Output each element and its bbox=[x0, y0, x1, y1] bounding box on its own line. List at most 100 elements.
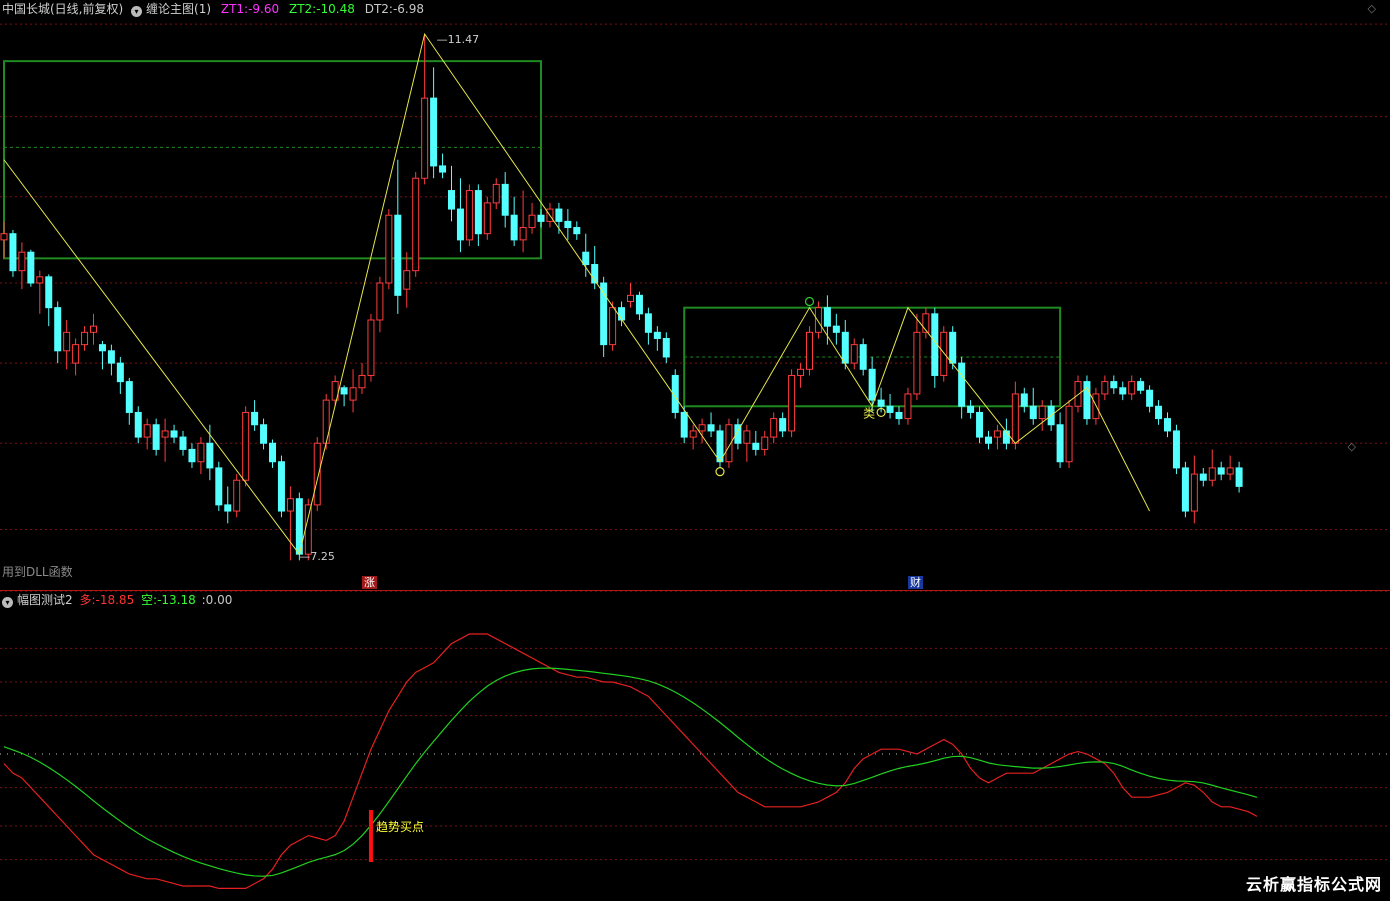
candle-body bbox=[510, 214, 518, 241]
candle bbox=[483, 196, 491, 240]
candle-body bbox=[36, 276, 44, 284]
candle bbox=[394, 159, 402, 314]
candle bbox=[215, 461, 223, 512]
candle-body bbox=[627, 294, 634, 302]
candle bbox=[107, 344, 115, 376]
candle-body bbox=[170, 430, 178, 438]
candle bbox=[850, 338, 858, 370]
candle-body bbox=[152, 424, 160, 450]
param-zt2-value: -10.48 bbox=[316, 2, 355, 16]
value-zero: :0.00 bbox=[202, 593, 233, 607]
candle bbox=[689, 424, 697, 450]
chart-canvas[interactable]: —11.47 —7.25 类趋势买点 bbox=[0, 0, 1390, 901]
candle-body bbox=[1038, 405, 1046, 420]
candle bbox=[832, 313, 840, 345]
candle bbox=[600, 276, 608, 357]
candle-body bbox=[1181, 467, 1189, 512]
candle-body bbox=[600, 282, 608, 346]
candle-body bbox=[54, 307, 62, 352]
candle-body bbox=[761, 436, 769, 450]
candle-body bbox=[45, 276, 53, 309]
candle-body bbox=[1002, 430, 1010, 444]
candle bbox=[859, 338, 867, 376]
candle-body bbox=[224, 504, 232, 512]
candle-body bbox=[188, 448, 196, 463]
candle bbox=[886, 393, 894, 419]
candle bbox=[985, 430, 992, 450]
candle-body bbox=[340, 387, 348, 395]
candle bbox=[385, 209, 393, 290]
candle bbox=[439, 153, 447, 179]
candle-body bbox=[349, 387, 357, 401]
candle bbox=[1128, 375, 1136, 401]
indicator-name[interactable]: 缠论主图(1) bbox=[146, 2, 211, 16]
candle-body bbox=[233, 479, 241, 512]
candle-body bbox=[1119, 387, 1127, 395]
candle bbox=[1020, 387, 1028, 413]
candle bbox=[1226, 455, 1234, 481]
candle-body bbox=[412, 177, 420, 272]
zhang-badge[interactable]: 涨 bbox=[362, 576, 377, 589]
value-duo: 多:-18.85 bbox=[79, 593, 134, 607]
candle bbox=[1235, 461, 1243, 493]
candle-body bbox=[832, 325, 840, 333]
candle bbox=[90, 313, 97, 345]
candle-body bbox=[1020, 393, 1028, 407]
candle-body bbox=[394, 214, 402, 296]
candle bbox=[1208, 449, 1216, 487]
candle-body bbox=[492, 183, 500, 204]
candle bbox=[564, 209, 572, 240]
candle bbox=[1181, 461, 1189, 518]
candle bbox=[170, 424, 178, 444]
candle-body bbox=[770, 418, 778, 438]
candle-body bbox=[1101, 381, 1109, 395]
candle bbox=[456, 178, 464, 253]
candle-body bbox=[859, 344, 867, 370]
candle bbox=[1101, 375, 1109, 401]
dll-note: 用到DLL函数 bbox=[2, 565, 73, 579]
sub-indicator-settings-icon[interactable]: ▾ bbox=[2, 597, 13, 608]
candle bbox=[36, 270, 44, 314]
candle bbox=[242, 406, 250, 487]
candle-body bbox=[940, 331, 948, 376]
diamond-icon-mid[interactable]: ◇ bbox=[1348, 440, 1356, 453]
candle bbox=[788, 369, 796, 438]
candle bbox=[54, 301, 62, 364]
candle bbox=[340, 385, 348, 407]
candle-body bbox=[662, 337, 670, 358]
candle bbox=[430, 67, 438, 179]
bottom-marker-icon bbox=[715, 467, 725, 477]
stock-title[interactable]: 中国长城(日线,前复权) bbox=[2, 2, 123, 16]
candle-body bbox=[788, 374, 796, 432]
candle bbox=[421, 34, 429, 185]
candle bbox=[510, 196, 518, 247]
candle bbox=[260, 418, 268, 450]
candle-body bbox=[618, 307, 626, 321]
candle bbox=[45, 274, 53, 327]
candle-body bbox=[143, 424, 151, 438]
candle bbox=[474, 184, 482, 247]
candle-body bbox=[376, 282, 384, 321]
candle bbox=[412, 172, 420, 277]
cai-badge[interactable]: 财 bbox=[908, 576, 923, 589]
sub-indicator-name[interactable]: 幅图测试2 bbox=[17, 593, 73, 607]
candle bbox=[743, 424, 751, 462]
value-duo-label: 多: bbox=[79, 593, 96, 607]
pivot-boxes bbox=[3, 60, 1062, 408]
candle-body bbox=[367, 319, 375, 376]
candle bbox=[403, 252, 411, 308]
candle-body bbox=[1074, 381, 1082, 407]
candle-body bbox=[913, 331, 921, 395]
candle-body bbox=[1137, 381, 1145, 391]
candle-body bbox=[967, 405, 975, 413]
value-kong-label: 空: bbox=[141, 593, 158, 607]
candle bbox=[1011, 381, 1019, 450]
indicator-settings-icon[interactable]: ▾ bbox=[131, 6, 143, 17]
candle-body bbox=[537, 214, 545, 222]
diamond-icon-top[interactable]: ◇ bbox=[1368, 2, 1376, 15]
value-kong: 空:-13.18 bbox=[141, 593, 196, 607]
candle bbox=[152, 418, 160, 456]
main-panel-header: 中国长城(日线,前复权) ▾ 缠论主图(1) ZT1:-9.60 ZT2:-10.… bbox=[2, 1, 424, 17]
candle bbox=[1119, 381, 1127, 401]
candle bbox=[72, 338, 80, 376]
